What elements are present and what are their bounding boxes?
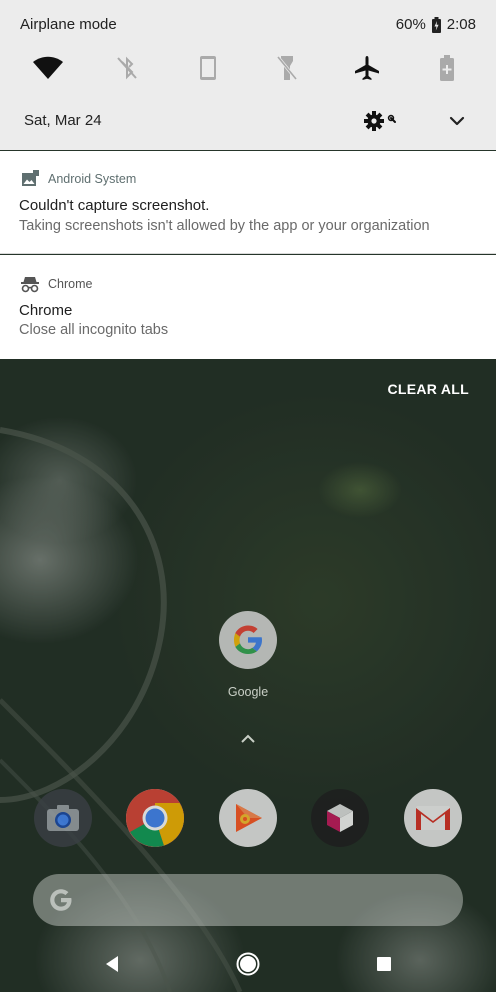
notification-android-system[interactable]: Android System Couldn't capture screensh… xyxy=(0,151,496,254)
clock: 2:08 xyxy=(446,16,476,33)
flashlight-toggle[interactable] xyxy=(267,48,307,88)
chrome-icon xyxy=(126,789,184,847)
wrench-icon xyxy=(387,114,396,123)
chrome-app[interactable] xyxy=(126,789,184,847)
chevron-down-icon xyxy=(449,116,465,126)
back-button[interactable] xyxy=(98,950,126,978)
notification-text: Taking screenshots isn't allowed by the … xyxy=(19,218,430,234)
play-music-icon xyxy=(236,804,262,832)
battery-saver-toggle[interactable] xyxy=(427,48,467,88)
gmail-app[interactable] xyxy=(404,789,462,847)
incognito-icon xyxy=(21,275,39,293)
wifi-toggle[interactable] xyxy=(28,48,68,88)
date-row: Sat, Mar 24 xyxy=(0,104,496,138)
google-folder[interactable] xyxy=(219,611,277,669)
camera-icon xyxy=(47,805,79,831)
gmail-icon xyxy=(416,806,450,830)
notification-app-name: Chrome xyxy=(48,277,93,291)
cube-app[interactable] xyxy=(311,789,369,847)
battery-saver-icon xyxy=(440,55,454,81)
google-search-bar[interactable] xyxy=(33,874,463,926)
status-right: 60% 2:08 xyxy=(396,16,476,33)
cube-icon xyxy=(327,804,353,832)
home-button[interactable] xyxy=(234,950,262,978)
google-folder-label: Google xyxy=(227,685,269,699)
wifi-icon xyxy=(33,56,63,79)
back-icon xyxy=(106,956,118,972)
recents-icon xyxy=(377,957,391,971)
notification-chrome[interactable]: Chrome Chrome Close all incognito tabs xyxy=(0,255,496,359)
home-icon xyxy=(236,952,260,976)
flashlight-off-icon xyxy=(276,56,298,80)
google-g-icon xyxy=(234,625,262,654)
battery-charging-icon xyxy=(431,16,441,33)
airplane-mode-label: Airplane mode xyxy=(20,16,117,33)
quick-settings-panel: Airplane mode 60% 2:08 Sat, Mar 24 xyxy=(0,0,496,150)
bluetooth-toggle[interactable] xyxy=(107,48,147,88)
recents-button[interactable] xyxy=(370,950,398,978)
notification-app-name: Android System xyxy=(48,172,137,186)
clear-all-button[interactable]: CLEAR ALL xyxy=(387,381,469,397)
camera-app[interactable] xyxy=(34,789,92,847)
google-g-icon xyxy=(50,889,72,911)
bluetooth-off-icon xyxy=(117,56,137,80)
airplane-icon xyxy=(355,56,379,80)
airplane-mode-toggle[interactable] xyxy=(347,48,387,88)
notification-title: Chrome xyxy=(19,302,73,319)
play-music-app[interactable] xyxy=(219,789,277,847)
navigation-bar xyxy=(0,936,496,992)
gear-icon xyxy=(364,111,384,131)
screenshot-icon xyxy=(21,170,39,188)
quick-settings-row xyxy=(0,48,496,88)
notification-text: Close all incognito tabs xyxy=(19,322,169,338)
settings-button[interactable] xyxy=(362,108,406,134)
notification-title: Couldn't capture screenshot. xyxy=(19,197,210,214)
battery-percent: 60% xyxy=(395,16,426,33)
date-label: Sat, Mar 24 xyxy=(24,112,102,129)
expand-button[interactable] xyxy=(444,108,470,134)
auto-rotate-icon xyxy=(200,56,216,80)
status-bar: Airplane mode 60% 2:08 xyxy=(0,0,496,46)
auto-rotate-toggle[interactable] xyxy=(188,48,228,88)
app-drawer-handle[interactable] xyxy=(238,732,258,746)
chevron-up-icon xyxy=(241,734,255,743)
